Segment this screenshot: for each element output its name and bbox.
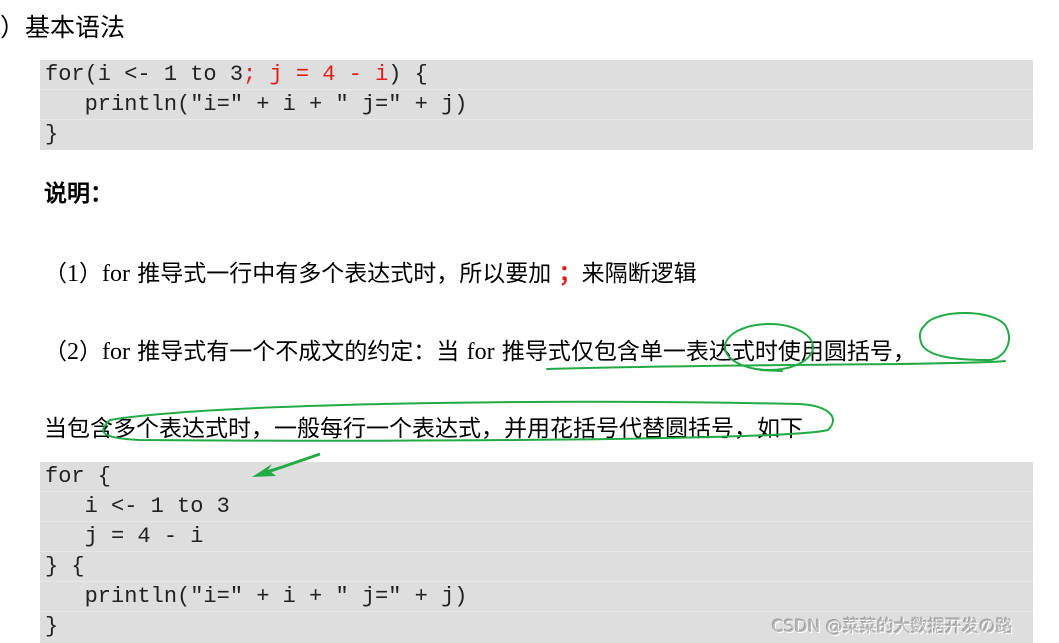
paren-open: （ [44, 261, 67, 287]
code-line: i <- 1 to 3 [40, 492, 1033, 522]
code-highlight: ; j = 4 - i [243, 62, 389, 87]
note-number: 2 [67, 339, 79, 365]
code-line: for { [40, 462, 1033, 492]
paren-open: （ [44, 339, 67, 365]
note-text: 推导式仅包含单一表达式时使用圆括号， [494, 339, 916, 365]
circle-annotation [918, 312, 1010, 362]
code-line: } [45, 122, 59, 147]
underline-annotation [759, 369, 783, 372]
code-line: println("i=" + i + " j=" + j) [40, 90, 1033, 120]
section-heading: ）基本语法 [0, 13, 126, 42]
watermark: CSDN @菜菜的大数据开发の路 [772, 617, 1013, 637]
code-text: ) { [388, 62, 428, 87]
paren-close: ） [79, 339, 102, 365]
code-line: } { [40, 552, 1033, 582]
note-number: 1 [67, 261, 79, 287]
code-block-for-syntax: for(i <- 1 to 3; j = 4 - i) { println("i… [40, 60, 1033, 150]
code-line: j = 4 - i [40, 522, 1033, 552]
paragraph-note-2-continued: 当包含多个表达式时，一般每行一个表达式，并用花括号代替圆括号，如下 [44, 416, 803, 442]
keyword-for: for [102, 261, 130, 287]
explanation-label: 说明： [44, 181, 113, 207]
note-text: 来隔断逻辑 [581, 261, 697, 287]
note-text: 推导式有一个不成文的约定：当 [129, 339, 467, 365]
code-line: println("i=" + i + " j=" + j) [40, 582, 1033, 612]
paragraph-note-2: （2）for 推导式有一个不成文的约定：当 for 推导式仅包含单一表达式时使用… [44, 332, 916, 366]
paragraph-note-1: （1）for 推导式一行中有多个表达式时，所以要加 ；来隔断逻辑 [44, 254, 697, 288]
code-text: for(i <- 1 to 3 [45, 62, 244, 87]
note-text: 推导式一行中有多个表达式时，所以要加 [129, 261, 559, 287]
code-line: for(i <- 1 to 3; j = 4 - i) { [40, 60, 1033, 90]
keyword-for: for [102, 339, 130, 365]
keyword-for: for [466, 339, 495, 365]
semicolon-highlight: ； [558, 261, 582, 287]
paren-close: ） [79, 261, 102, 287]
